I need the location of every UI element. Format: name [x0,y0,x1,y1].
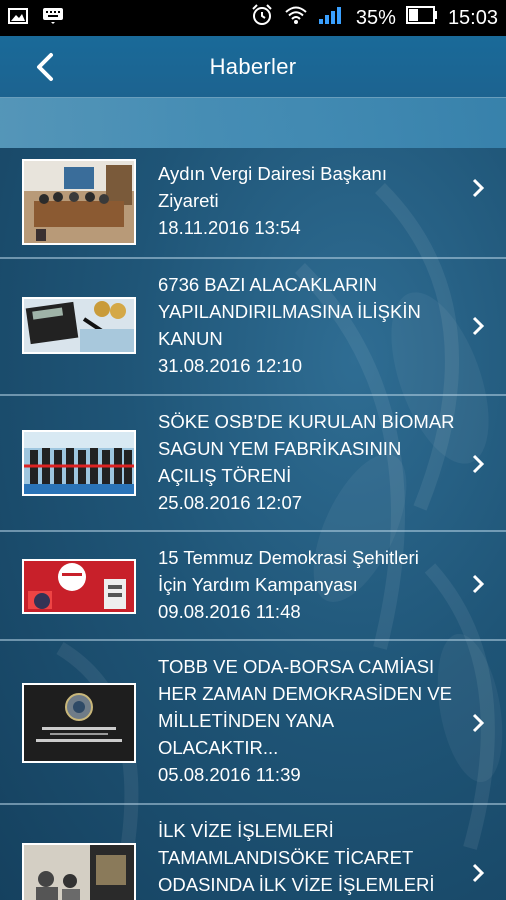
chevron-right-icon [472,316,485,336]
news-thumbnail [22,430,136,496]
news-date: 25.08.2016 12:07 [158,492,303,513]
wifi-icon [284,5,308,31]
battery-percent: 35% [355,6,396,29]
alarm-icon [250,3,274,33]
news-title: İLK VİZE İŞLEMLERİ TAMAMLANDISÖKE TİCARE… [158,820,435,895]
news-date: 31.08.2016 12:10 [158,355,303,376]
news-item[interactable]: SÖKE OSB'DE KURULAN BİOMAR SAGUN YEM FAB… [0,396,506,532]
news-item[interactable]: TOBB VE ODA-BORSA CAMİASI HER ZAMAN DEMO… [0,641,506,805]
image-icon [8,7,28,29]
news-thumbnail [22,559,136,614]
news-date: 18.11.2016 13:54 [158,217,301,238]
news-item[interactable]: İLK VİZE İŞLEMLERİ TAMAMLANDISÖKE TİCARE… [0,805,506,900]
chevron-right-icon [472,713,485,733]
news-item[interactable]: 15 Temmuz Demokrasi Şehitleri İçin Yardı… [0,532,506,641]
news-thumbnail [22,159,136,245]
chevron-right-icon [472,454,485,474]
header-banner [0,98,506,148]
chevron-right-icon [472,574,485,594]
chevron-right-icon [472,863,485,883]
news-list: Aydın Vergi Dairesi Başkanı Ziyareti 18.… [0,148,506,900]
news-title: SÖKE OSB'DE KURULAN BİOMAR SAGUN YEM FAB… [158,411,455,486]
chevron-right-icon [472,178,485,198]
news-item[interactable]: Aydın Vergi Dairesi Başkanı Ziyareti 18.… [0,148,506,259]
app-bar: Haberler [0,36,506,98]
clock-time: 15:03 [447,6,498,29]
battery-icon [405,6,438,30]
status-bar: 35% 15:03 [0,0,506,36]
keyboard-icon [42,7,64,30]
news-thumbnail [22,297,136,354]
news-title: TOBB VE ODA-BORSA CAMİASI HER ZAMAN DEMO… [158,656,452,758]
news-title: Aydın Vergi Dairesi Başkanı Ziyareti [158,163,387,211]
page-title: Haberler [209,54,297,79]
news-title: 6736 BAZI ALACAKLARIN YAPILANDIRILMASINA… [158,274,421,349]
news-thumbnail [22,843,136,900]
news-thumbnail [22,683,136,763]
news-date: 09.08.2016 11:48 [158,601,301,622]
signal-icon [318,5,346,31]
news-title: 15 Temmuz Demokrasi Şehitleri İçin Yardı… [158,547,419,595]
news-item[interactable]: 6736 BAZI ALACAKLARIN YAPILANDIRILMASINA… [0,259,506,396]
news-date: 05.08.2016 11:39 [158,764,301,785]
